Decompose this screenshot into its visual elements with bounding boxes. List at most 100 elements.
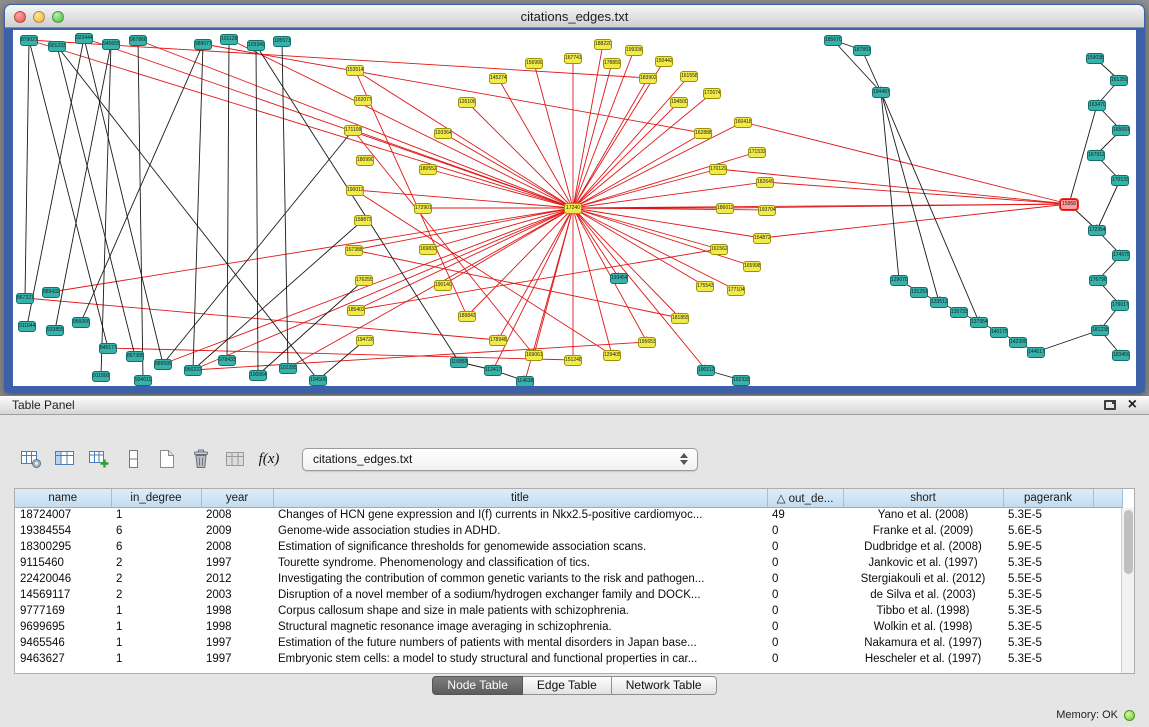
graph-node[interactable]: 18055220: [419, 164, 437, 175]
function-builder-button[interactable]: f(x): [254, 446, 284, 472]
graph-node[interactable]: 16156254: [710, 244, 728, 255]
graph-node[interactable]: 8673884: [126, 351, 144, 362]
graph-node[interactable]: 9890774: [194, 39, 212, 50]
graph-node[interactable]: 15044274: [655, 56, 673, 67]
graph-node[interactable]: 19001250: [346, 185, 364, 196]
close-window-button[interactable]: [14, 11, 26, 23]
graph-node[interactable]: 16569127: [1112, 125, 1130, 136]
table-row[interactable]: 1456911722003Disruption of a novel membe…: [15, 587, 1122, 603]
column-settings-button[interactable]: [16, 446, 46, 472]
graph-node[interactable]: 9116440: [18, 321, 36, 332]
graph-node[interactable]: 12907016: [890, 275, 908, 286]
graph-node[interactable]: 18601243: [716, 203, 734, 214]
table-row[interactable]: 1872400712008Changes of HCN gene express…: [15, 507, 1122, 523]
graph-node[interactable]: 17267496: [703, 88, 721, 99]
graph-node[interactable]: 16347016: [1088, 100, 1106, 111]
graph-node[interactable]: 19233349: [732, 375, 750, 386]
graph-node[interactable]: 9012330: [48, 41, 66, 52]
table-row[interactable]: 1830029562008Estimation of significance …: [15, 539, 1122, 555]
graph-node[interactable]: 15699991: [525, 58, 543, 69]
graph-node[interactable]: 17240: [564, 203, 582, 214]
zoom-window-button[interactable]: [52, 11, 64, 23]
graph-node[interactable]: 10006450: [249, 370, 267, 381]
graph-node[interactable]: 12940599: [603, 350, 621, 361]
graph-node[interactable]: 19336444: [434, 128, 452, 139]
graph-node[interactable]: 18099003: [356, 155, 374, 166]
graph-node[interactable]: 10334996: [247, 40, 265, 51]
graph-node[interactable]: 9784339: [218, 355, 236, 366]
graph-node[interactable]: 19933663: [625, 45, 643, 56]
graph-node[interactable]: 13351238: [930, 297, 948, 308]
graph-node[interactable]: 18789127: [853, 45, 871, 56]
graph-node[interactable]: 16125905: [1110, 75, 1128, 86]
graph-node[interactable]: 18390211: [639, 73, 657, 84]
tab-node-table[interactable]: Node Table: [432, 676, 523, 695]
graph-node[interactable]: 19014020: [434, 280, 452, 291]
graph-node[interactable]: 19370415: [758, 205, 776, 216]
table-row[interactable]: 977716911998Corpus callosum shape and si…: [15, 603, 1122, 619]
graph-node[interactable]: 18123894: [1091, 325, 1109, 336]
graph-node[interactable]: 15903894: [1086, 53, 1104, 64]
graph-node[interactable]: 18984301: [458, 311, 476, 322]
graph-node[interactable]: 16774110: [564, 53, 582, 64]
graph-node[interactable]: 13129127: [910, 287, 928, 298]
graph-node[interactable]: 17710441: [727, 285, 745, 296]
select-columns-button[interactable]: [50, 446, 80, 472]
close-panel-icon[interactable]: ×: [1128, 398, 1137, 412]
graph-node[interactable]: 8790219: [20, 35, 38, 46]
graph-node[interactable]: 14239672: [1009, 337, 1027, 348]
graph-node[interactable]: 17894852: [489, 335, 507, 346]
graph-node[interactable]: 16041882: [734, 117, 752, 128]
table-row[interactable]: 1938455462009Genome-wide association stu…: [15, 523, 1122, 539]
graph-node[interactable]: 15887321: [354, 215, 372, 226]
table-row[interactable]: 946554611997Estimation of the future num…: [15, 635, 1122, 651]
memory-indicator-icon[interactable]: [1124, 710, 1135, 721]
window-titlebar[interactable]: citations_edges.txt: [5, 5, 1144, 28]
graph-node[interactable]: 16207731: [354, 95, 372, 106]
graph-node[interactable]: 19450087: [670, 97, 688, 108]
graph-node[interactable]: 15487226: [753, 233, 771, 244]
column-header-short[interactable]: short: [843, 489, 1003, 507]
graph-node[interactable]: 18345905: [1112, 350, 1130, 361]
float-panel-icon[interactable]: [1104, 400, 1116, 410]
graph-node[interactable]: 17012999: [709, 164, 727, 175]
graph-node[interactable]: 17290101: [414, 203, 432, 214]
graph-node[interactable]: 14017561: [990, 327, 1008, 338]
graph-node[interactable]: 9456552: [102, 39, 120, 50]
graph-node[interactable]: 9562228: [184, 365, 202, 376]
graph-node[interactable]: 12610651: [458, 97, 476, 108]
column-header-name[interactable]: name: [15, 489, 111, 507]
graph-node[interactable]: 8451773: [99, 343, 117, 354]
graph-node[interactable]: 13573349: [950, 307, 968, 318]
graph-node[interactable]: 19565370: [638, 337, 656, 348]
column-header-pagerank[interactable]: pagerank: [1003, 489, 1093, 507]
graph-node[interactable]: 17625513: [355, 275, 373, 286]
table-selector-dropdown[interactable]: citations_edges.txt: [302, 448, 698, 471]
graph-node[interactable]: 16155885: [680, 71, 698, 82]
minimize-window-button[interactable]: [33, 11, 45, 23]
graph-node[interactable]: 8895995: [154, 359, 172, 370]
graph-node[interactable]: 18264903: [756, 177, 774, 188]
graph-node[interactable]: 17013349: [1111, 175, 1129, 186]
graph-node[interactable]: 19472630: [356, 335, 374, 346]
graph-node[interactable]: 16599830: [743, 261, 761, 272]
new-table-button[interactable]: [152, 446, 182, 472]
graph-node[interactable]: 19011238: [697, 365, 715, 376]
column-header-out_degree[interactable]: △ out_de...: [767, 489, 843, 507]
tab-edge-table[interactable]: Edge Table: [523, 676, 612, 695]
graph-node[interactable]: 17235450: [1088, 225, 1106, 236]
graph-node[interactable]: 11685905: [450, 357, 468, 368]
new-column-button[interactable]: [84, 446, 114, 472]
graph-node[interactable]: 9234441: [75, 33, 93, 44]
graph-node[interactable]: 16738855: [345, 245, 363, 256]
graph-node[interactable]: 16906117: [525, 350, 543, 361]
graph-node[interactable]: 18567016: [824, 35, 842, 46]
table-row[interactable]: 946362711997Embryonic stem cells: a mode…: [15, 651, 1122, 667]
table-row[interactable]: 969969511998Structural magnetic resonanc…: [15, 619, 1122, 635]
graph-node[interactable]: 8894329: [42, 287, 60, 298]
graph-node[interactable]: 17457561: [1112, 250, 1130, 261]
graph-node[interactable]: 13795450: [970, 317, 988, 328]
graph-node[interactable]: 18185500: [671, 313, 689, 324]
graph-node[interactable]: 16983322: [419, 244, 437, 255]
table-row[interactable]: 911546021997Tourette syndrome. Phenomeno…: [15, 555, 1122, 571]
